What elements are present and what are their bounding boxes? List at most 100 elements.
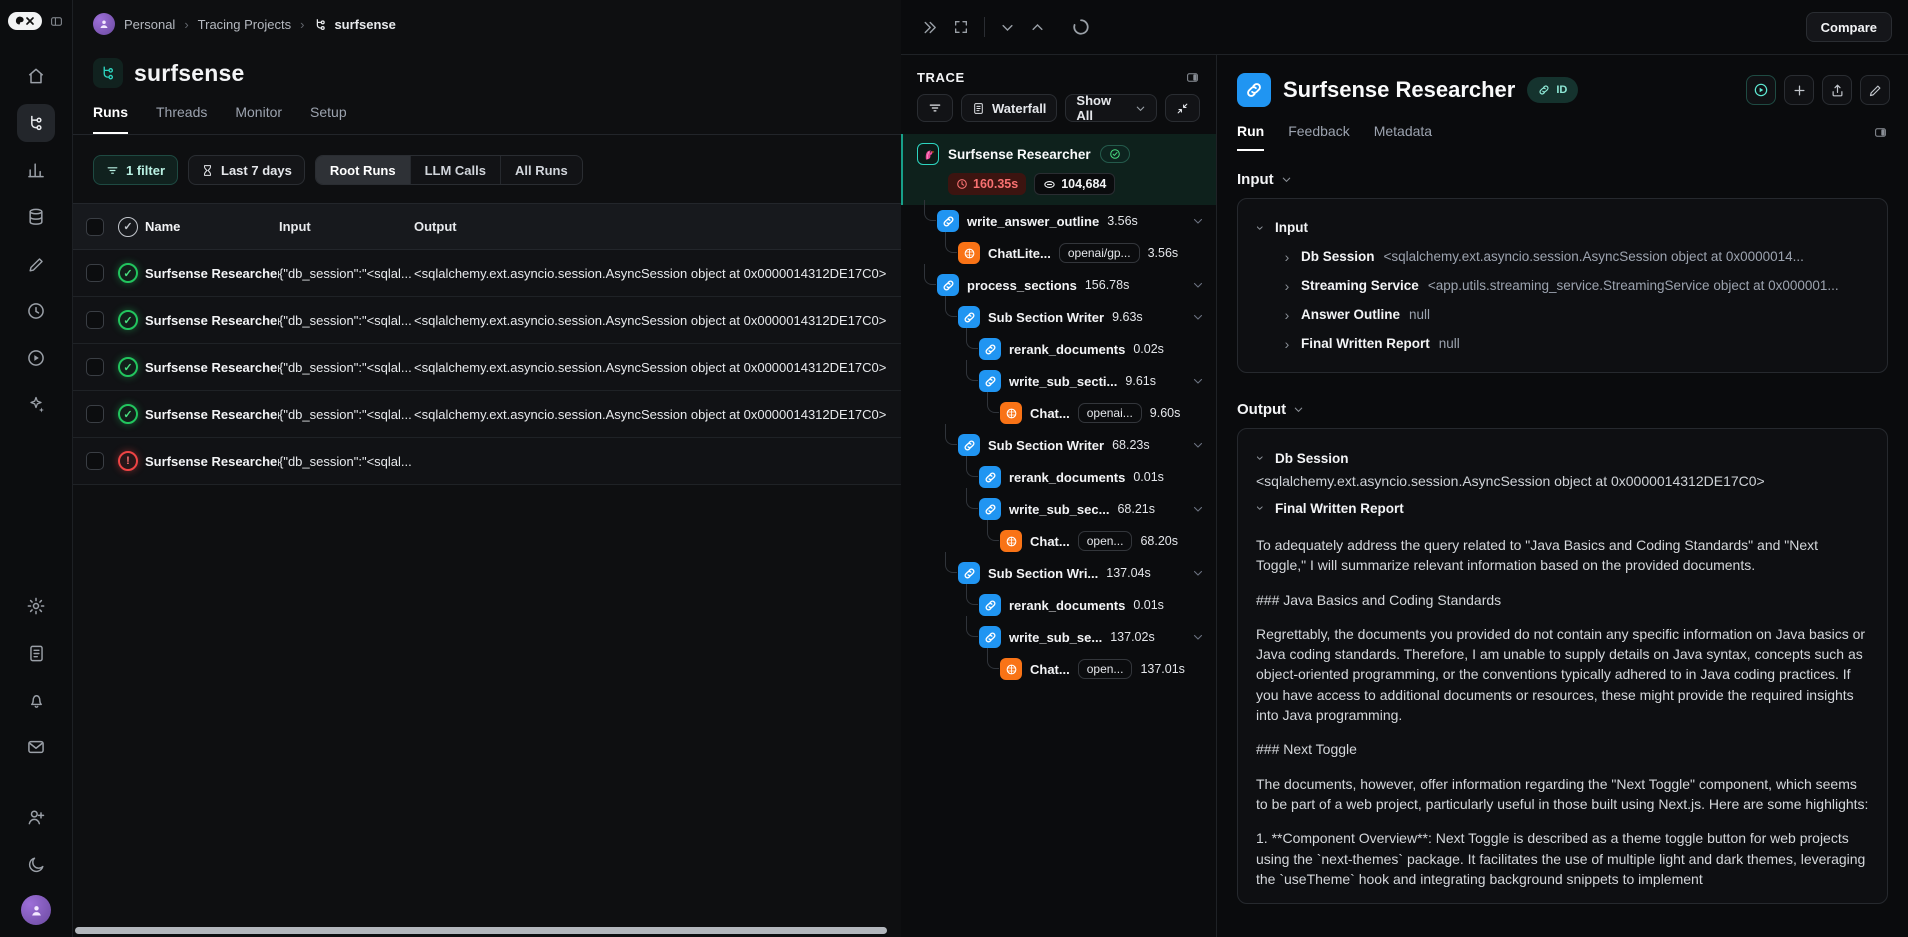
io-key: Db Session [1301,249,1375,264]
trace-span-row[interactable]: write_sub_sec... 68.21s [901,493,1216,525]
io-tree-row[interactable]: › Answer Outline null [1256,300,1869,329]
breadcrumb-workspace[interactable]: Personal [124,17,175,32]
sidebar-item-prompts[interactable] [17,292,55,330]
sidebar-item-invite[interactable] [17,798,55,836]
chevron-down-icon[interactable] [1192,311,1204,323]
next-run-chevron-icon[interactable] [1030,20,1045,35]
add-to-dataset-button[interactable] [1784,75,1814,105]
date-range-button[interactable]: Last 7 days [188,155,305,185]
tab-setup[interactable]: Setup [310,104,347,134]
io-tree-row[interactable]: › Db Session <sqlalchemy.ext.asyncio.ses… [1256,242,1869,271]
trace-span-row[interactable]: rerank_documents 0.01s [901,461,1216,493]
segment-all-runs[interactable]: All Runs [501,156,582,184]
user-avatar[interactable] [21,895,51,925]
sidebar-item-settings[interactable] [17,587,55,625]
row-checkbox[interactable] [86,311,104,329]
sidebar-item-tracing-projects[interactable] [17,104,55,142]
share-run-button[interactable] [1822,75,1852,105]
open-in-playground-button[interactable] [1746,75,1776,105]
sidebar-item-mail[interactable] [17,728,55,766]
horizontal-scrollbar[interactable] [75,927,887,934]
sidebar-item-theme-toggle[interactable] [17,845,55,883]
sidebar-item-playground[interactable] [17,339,55,377]
breadcrumb-section[interactable]: Tracing Projects [198,17,291,32]
input-section-header[interactable]: Input [1237,171,1888,188]
row-checkbox[interactable] [86,405,104,423]
trace-span-row[interactable]: write_sub_se... 137.02s [901,621,1216,653]
trace-span-row[interactable]: rerank_documents 0.01s [901,589,1216,621]
sidebar-item-deployments[interactable] [17,386,55,424]
tab-metadata[interactable]: Metadata [1374,123,1432,151]
tab-runs[interactable]: Runs [93,104,128,134]
table-row[interactable]: ✓ Surfsense Researcher {"db_session":"<s… [73,297,901,344]
column-header-name[interactable]: Name [145,219,279,234]
segment-root-runs[interactable]: Root Runs [316,156,411,184]
sidebar-item-annotation-queues[interactable] [17,245,55,283]
column-header-input[interactable]: Input [279,219,414,234]
row-checkbox[interactable] [86,452,104,470]
chevron-right-icon[interactable]: › [1282,336,1292,352]
trace-span-row[interactable]: write_sub_secti... 9.61s [901,365,1216,397]
trace-filter-button[interactable] [917,94,953,122]
tab-threads[interactable]: Threads [156,104,207,134]
trace-span-row[interactable]: Chat... open... 137.01s [901,653,1216,685]
chevron-down-icon[interactable]: › [1253,453,1269,463]
select-all-checkbox[interactable] [86,218,104,236]
chevron-right-icon[interactable]: › [1282,249,1292,265]
collapse-panel-icon[interactable] [921,19,938,36]
compare-button[interactable]: Compare [1806,12,1892,42]
chevron-down-icon[interactable] [1192,567,1204,579]
sidebar-item-home[interactable] [17,57,55,95]
previous-run-chevron-icon[interactable] [1000,20,1015,35]
output-key-row[interactable]: ›Final Written Report [1256,495,1869,521]
show-all-dropdown[interactable]: Show All [1065,94,1157,122]
row-checkbox[interactable] [86,264,104,282]
run-id-badge[interactable]: ID [1527,77,1578,103]
trace-span-row[interactable]: ChatLite... openai/gp... 3.56s [901,237,1216,269]
table-row[interactable]: ! Surfsense Researcher {"db_session":"<s… [73,438,901,485]
tab-monitor[interactable]: Monitor [235,104,282,134]
detail-panel-toggle-icon[interactable] [1873,126,1888,149]
trace-root-row[interactable]: Surfsense Researcher 160.35s [901,134,1216,205]
workspace-avatar[interactable] [93,13,115,35]
chevron-down-icon[interactable] [1192,215,1204,227]
output-section-header[interactable]: Output [1237,401,1888,418]
tab-run[interactable]: Run [1237,123,1264,151]
chevron-down-icon[interactable] [1192,503,1204,515]
chevron-down-icon[interactable]: › [1253,503,1269,513]
sidebar-item-datasets[interactable] [17,198,55,236]
segment-llm-calls[interactable]: LLM Calls [411,156,501,184]
output-key-row[interactable]: ›Db Session [1256,445,1869,471]
sidebar-collapse-icon[interactable] [49,15,64,28]
sidebar-item-notifications[interactable] [17,681,55,719]
annotate-button[interactable] [1860,75,1890,105]
trace-span-row[interactable]: Sub Section Writer 9.63s [901,301,1216,333]
row-checkbox[interactable] [86,358,104,376]
trace-span-row[interactable]: rerank_documents 0.02s [901,333,1216,365]
trace-span-row[interactable]: Sub Section Wri... 137.04s [901,557,1216,589]
trace-panel-toggle-icon[interactable] [1185,71,1200,84]
column-header-output[interactable]: Output [414,219,901,234]
io-tree-row[interactable]: › Streaming Service <app.utils.streaming… [1256,271,1869,300]
filter-count-button[interactable]: 1 filter [93,155,178,185]
chevron-down-icon[interactable] [1192,375,1204,387]
chevron-down-icon[interactable] [1192,279,1204,291]
io-tree-row[interactable]: › Input [1256,213,1869,242]
chevron-right-icon[interactable]: › [1282,307,1292,323]
chevron-right-icon[interactable]: › [1256,223,1269,233]
breadcrumb-project[interactable]: surfsense [313,17,395,32]
sidebar-item-monitoring[interactable] [17,151,55,189]
table-row[interactable]: ✓ Surfsense Researcher {"db_session":"<s… [73,250,901,297]
table-row[interactable]: ✓ Surfsense Researcher {"db_session":"<s… [73,391,901,438]
io-tree-row[interactable]: › Final Written Report null [1256,329,1869,358]
waterfall-view-button[interactable]: Waterfall [961,94,1057,122]
expand-fullscreen-icon[interactable] [953,19,969,35]
sidebar-item-docs[interactable] [17,634,55,672]
chevron-right-icon[interactable]: › [1282,278,1292,294]
table-row[interactable]: ✓ Surfsense Researcher {"db_session":"<s… [73,344,901,391]
collapse-all-button[interactable] [1165,94,1200,122]
chevron-down-icon[interactable] [1192,439,1204,451]
trace-span-row[interactable]: Sub Section Writer 68.23s [901,429,1216,461]
tab-feedback[interactable]: Feedback [1288,123,1349,151]
chevron-down-icon[interactable] [1192,631,1204,643]
